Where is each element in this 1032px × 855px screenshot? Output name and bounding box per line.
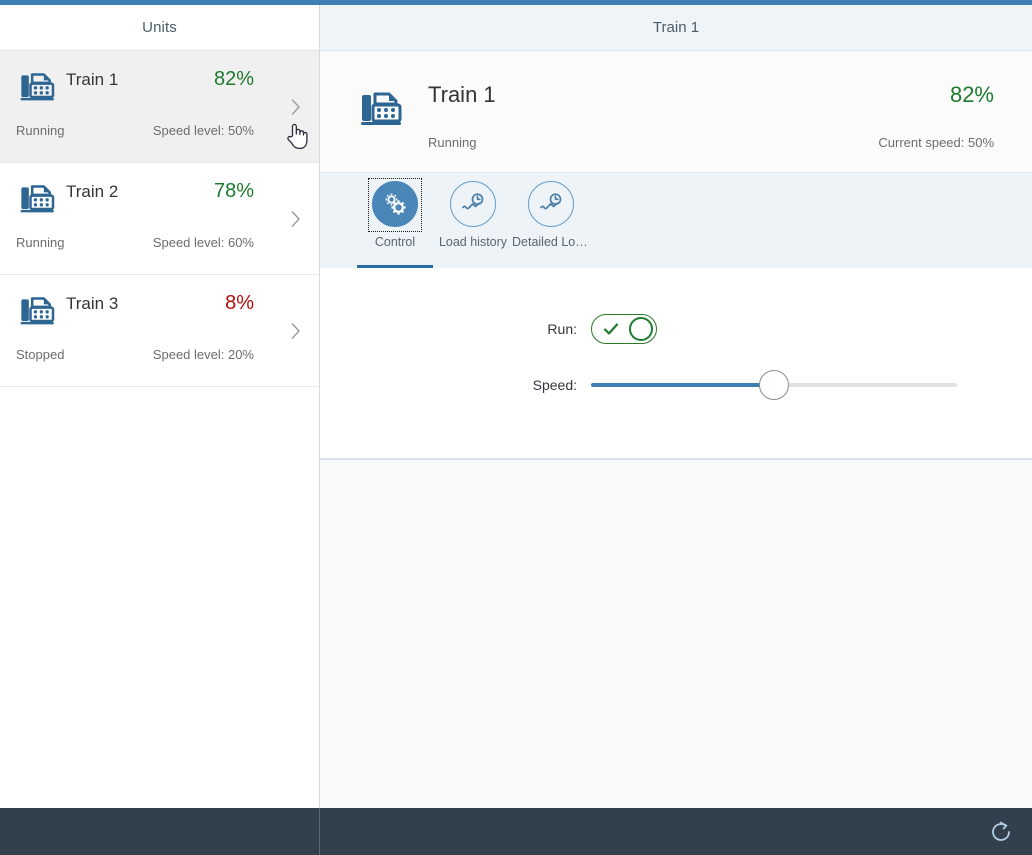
run-label: Run: — [547, 321, 577, 337]
master-header: Units — [0, 5, 319, 51]
object-page-header: Train 1 Running 82% Current speed: 50% — [320, 51, 1032, 172]
main-body: Units Train 1 82% Running Speed level: 50% T… — [0, 5, 1032, 808]
tab-detailed-loa[interactable]: Detailed Loa… — [512, 172, 590, 268]
list-item-name: Train 2 — [66, 182, 119, 201]
list-item-name: Train 3 — [66, 294, 119, 313]
tab-focus-outline — [368, 178, 422, 232]
fax-icon — [358, 81, 406, 133]
list-item-top-row: Train 1 82% — [16, 65, 303, 113]
tab-label: Control — [374, 235, 416, 249]
list-item-status: Stopped — [16, 347, 65, 362]
list-item-top-row: Train 2 78% — [16, 177, 303, 225]
list-item-percent: 78% — [213, 180, 254, 202]
object-metrics: 82% Current speed: 50% — [878, 81, 994, 150]
chevron-right-icon[interactable] — [290, 210, 302, 228]
application-root: Units Train 1 82% Running Speed level: 50% T… — [0, 0, 1032, 855]
footer-bar — [0, 808, 1032, 855]
detailed-load-icon — [528, 181, 574, 227]
toggle-knob[interactable] — [629, 317, 653, 341]
run-toggle-switch[interactable] — [591, 314, 657, 344]
object-title-column: Train 1 Running — [428, 81, 878, 150]
tab-label: Load history — [438, 235, 508, 249]
refresh-icon[interactable] — [984, 815, 1018, 849]
list-item[interactable]: Train 2 78% Running Speed level: 60% — [0, 163, 319, 275]
speed-slider[interactable] — [591, 370, 957, 400]
list-item-name: Train 1 — [66, 70, 119, 89]
detail-header: Train 1 — [320, 5, 1032, 51]
unit-list[interactable]: Train 1 82% Running Speed level: 50% Train 2… — [0, 51, 319, 808]
detail-header-title: Train 1 — [652, 19, 700, 36]
detail-empty-space — [320, 460, 1032, 808]
list-item-bottom-row: Stopped Speed level: 20% — [16, 347, 303, 362]
control-tab-content: Run: Speed: — [320, 268, 1032, 458]
tab-underline — [357, 265, 433, 268]
list-item-percent: 8% — [225, 292, 254, 314]
list-item-status: Running — [16, 235, 65, 250]
object-status: Running — [428, 135, 477, 150]
fax-icon — [16, 289, 60, 333]
detail-content-card: Train 1 Running 82% Current speed: 50% C… — [320, 51, 1032, 460]
list-item-speed: Speed level: 20% — [152, 347, 254, 362]
check-icon — [603, 323, 619, 335]
list-item-top-row: Train 3 8% — [16, 289, 303, 337]
list-item-speed: Speed level: 50% — [152, 123, 254, 138]
chevron-right-icon[interactable] — [290, 322, 302, 340]
tab-underline — [435, 265, 511, 268]
object-title: Train 1 — [428, 82, 496, 107]
object-percent: 82% — [949, 82, 994, 107]
detail-panel: Train 1 Train 1 Running 82% Current spee… — [320, 5, 1032, 808]
fax-icon — [16, 177, 60, 221]
list-item-percent: 82% — [213, 68, 254, 90]
load-history-icon — [450, 181, 496, 227]
run-form-row: Run: — [320, 314, 1032, 344]
tab-control[interactable]: Control — [356, 172, 434, 268]
list-item[interactable]: Train 3 8% Stopped Speed level: 20% — [0, 275, 319, 387]
tab-label: Detailed Loa… — [512, 235, 590, 249]
list-item-speed: Speed level: 60% — [152, 235, 254, 250]
object-header-top: Train 1 Running 82% Current speed: 50% — [358, 81, 994, 150]
slider-fill — [591, 383, 774, 387]
speed-label: Speed: — [532, 377, 577, 393]
icon-tab-bar[interactable]: Control Load history Detailed Loa… — [320, 172, 1032, 268]
list-item-bottom-row: Running Speed level: 60% — [16, 235, 303, 250]
fax-icon — [16, 65, 60, 109]
object-current-speed: Current speed: 50% — [878, 135, 994, 150]
list-item-status: Running — [16, 123, 65, 138]
master-list-panel: Units Train 1 82% Running Speed level: 50% T… — [0, 5, 320, 808]
master-header-title: Units — [142, 19, 177, 36]
footer-left-section — [0, 808, 320, 855]
tab-underline — [513, 265, 589, 268]
list-item-bottom-row: Running Speed level: 50% — [16, 123, 303, 138]
chevron-right-icon[interactable] — [290, 98, 302, 116]
list-item[interactable]: Train 1 82% Running Speed level: 50% — [0, 51, 319, 163]
speed-form-row: Speed: — [320, 370, 1032, 400]
tab-load-history[interactable]: Load history — [434, 172, 512, 268]
slider-handle[interactable] — [759, 370, 789, 400]
footer-right-section — [320, 808, 1032, 855]
